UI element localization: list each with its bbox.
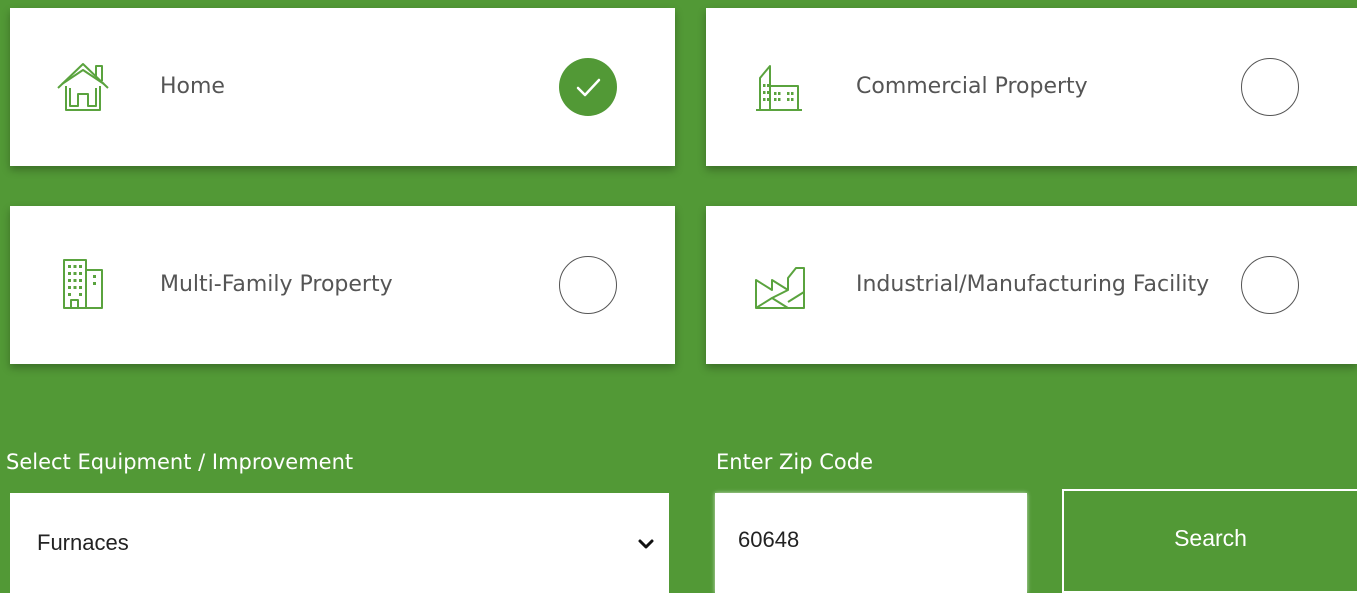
equipment-label: Select Equipment / Improvement (6, 450, 354, 474)
property-card-multifamily[interactable]: Multi-Family Property (10, 206, 675, 364)
radio-unselected[interactable] (1241, 256, 1299, 314)
property-card-label: Home (160, 74, 225, 99)
factory-icon (748, 254, 810, 316)
radio-unselected[interactable] (559, 256, 617, 314)
search-button[interactable]: Search (1062, 489, 1357, 593)
house-icon (52, 56, 114, 118)
property-card-label: Multi-Family Property (160, 272, 393, 297)
zip-code-field[interactable] (715, 493, 1027, 593)
property-card-industrial[interactable]: Industrial/Manufacturing Facility (706, 206, 1357, 364)
apartment-building-icon (52, 254, 114, 316)
property-card-home[interactable]: Home (10, 8, 675, 166)
equipment-select[interactable]: Furnaces (10, 493, 669, 593)
property-card-label: Industrial/Manufacturing Facility (856, 272, 1210, 297)
property-card-commercial[interactable]: Commercial Property (706, 8, 1357, 166)
commercial-building-icon (748, 56, 810, 118)
zip-code-label: Enter Zip Code (716, 450, 874, 474)
chevron-down-icon (638, 539, 654, 549)
zip-code-input[interactable] (715, 493, 1027, 593)
selected-check-icon[interactable] (559, 58, 617, 116)
property-card-label: Commercial Property (856, 74, 1088, 99)
radio-unselected[interactable] (1241, 58, 1299, 116)
equipment-selected-value: Furnaces (37, 530, 129, 555)
